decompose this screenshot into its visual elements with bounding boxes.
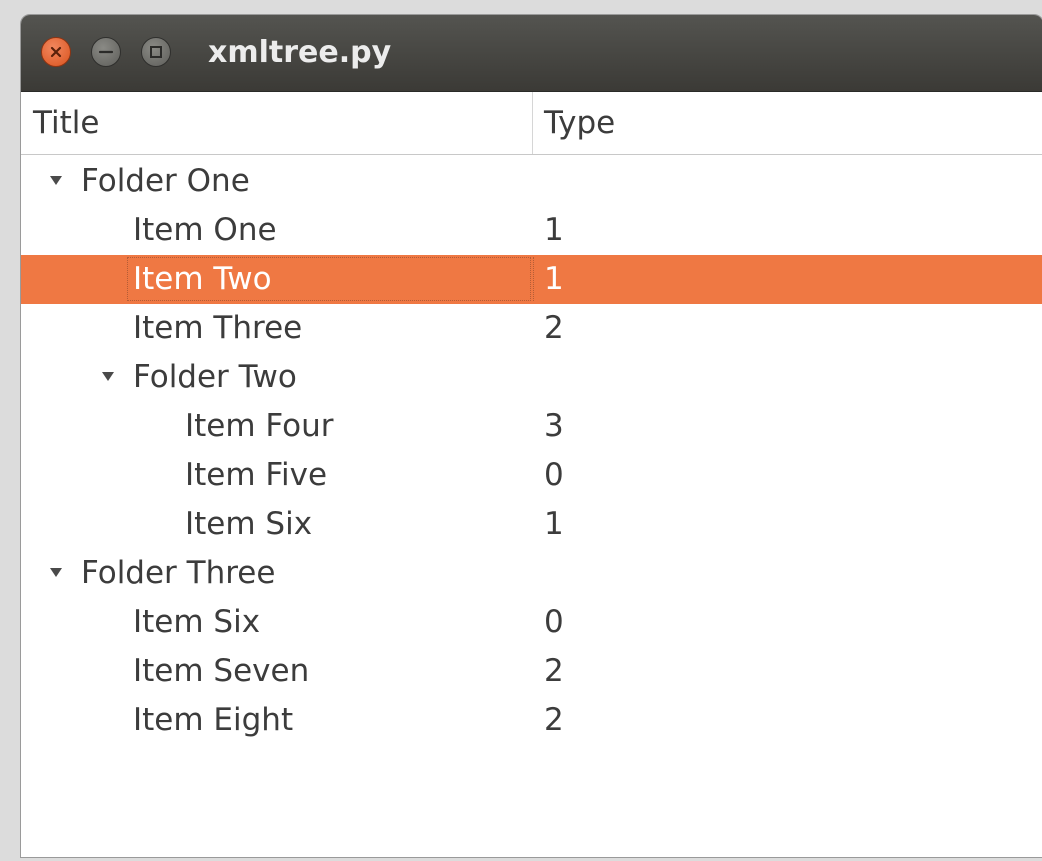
tree-row-item[interactable]: Item One 1 (21, 206, 1042, 255)
row-title: Item Six (185, 506, 313, 542)
row-title: Item Two (133, 261, 272, 297)
row-title: Item Eight (133, 702, 294, 738)
maximize-icon (150, 46, 162, 58)
column-separator[interactable] (532, 92, 533, 154)
row-title: Item One (133, 212, 277, 248)
tree-header: Title Type (21, 92, 1042, 155)
window-title: xmltree.py (208, 35, 392, 70)
tree-row-folder[interactable]: Folder One (21, 157, 1042, 206)
row-type: 1 (544, 212, 564, 248)
expander-triangle-down-icon[interactable] (99, 353, 119, 402)
tree-row-item[interactable]: Item Three 2 (21, 304, 1042, 353)
close-window-button[interactable] (41, 37, 71, 67)
tree-row-item[interactable]: Item Six 1 (21, 500, 1042, 549)
tree-row-item[interactable]: Item Five 0 (21, 451, 1042, 500)
row-title: Folder Two (133, 359, 297, 395)
row-title: Item Five (185, 457, 328, 493)
row-type: 0 (544, 457, 564, 493)
maximize-window-button[interactable] (141, 37, 171, 67)
expander-triangle-down-icon[interactable] (47, 549, 67, 598)
close-icon (50, 46, 62, 58)
column-header-title[interactable]: Title (33, 92, 99, 154)
minimize-icon (98, 50, 114, 54)
tree-row-item[interactable]: Item Four 3 (21, 402, 1042, 451)
row-type: 1 (544, 506, 564, 542)
row-type: 2 (544, 702, 564, 738)
row-type: 2 (544, 310, 564, 346)
row-title: Item Four (185, 408, 334, 444)
column-header-type[interactable]: Type (544, 92, 615, 154)
tree-row-item-selected[interactable]: Item Two 1 (21, 255, 1042, 304)
tree-row-item[interactable]: Item Six 0 (21, 598, 1042, 647)
expander-triangle-down-icon[interactable] (47, 157, 67, 206)
tree-row-item[interactable]: Item Seven 2 (21, 647, 1042, 696)
row-title: Item Three (133, 310, 303, 346)
tree-row-folder[interactable]: Folder Two (21, 353, 1042, 402)
tree-view: Folder One Item One 1 Item Two 1 Item Th… (21, 157, 1042, 745)
title-bar[interactable]: xmltree.py (21, 15, 1042, 92)
minimize-window-button[interactable] (91, 37, 121, 67)
row-title: Item Six (133, 604, 261, 640)
row-type: 3 (544, 408, 564, 444)
tree-row-item[interactable]: Item Eight 2 (21, 696, 1042, 745)
row-type: 1 (544, 261, 564, 297)
row-title: Item Seven (133, 653, 310, 689)
app-window: xmltree.py Title Type Folder One Item On… (20, 14, 1042, 858)
tree-row-folder[interactable]: Folder Three (21, 549, 1042, 598)
row-title: Folder One (81, 163, 250, 199)
row-type: 2 (544, 653, 564, 689)
row-type: 0 (544, 604, 564, 640)
row-title: Folder Three (81, 555, 276, 591)
